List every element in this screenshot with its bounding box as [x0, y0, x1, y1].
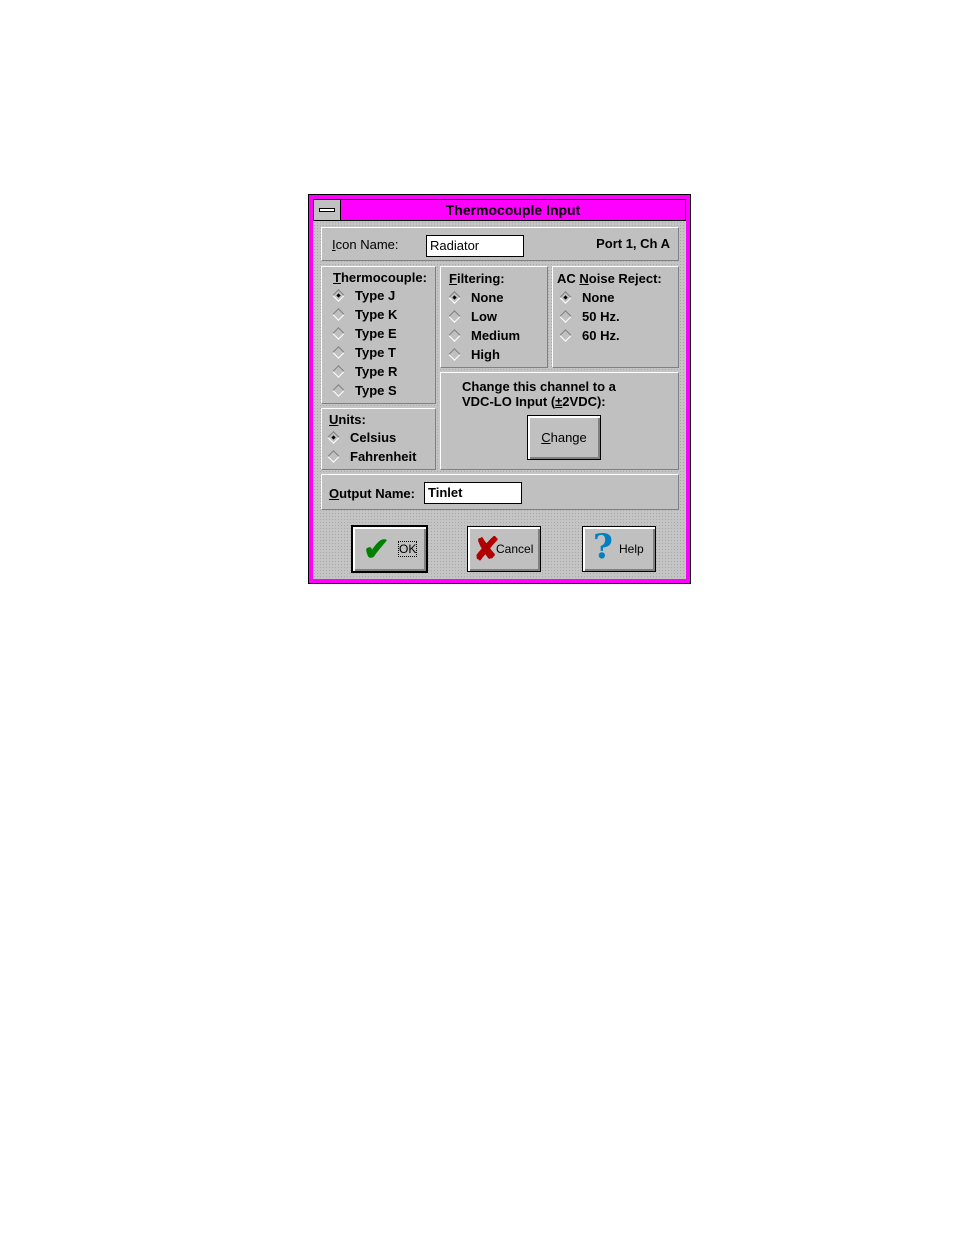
- cancel-label: Cancel: [496, 542, 534, 556]
- change-channel-text-line1: Change this channel to a: [462, 379, 616, 394]
- radio-indicator: [448, 348, 461, 361]
- thermocouple-group: Thermocouple: Type J Type K Type E Type …: [321, 266, 436, 404]
- radio-indicator: [327, 450, 340, 463]
- radio-indicator: [559, 291, 572, 304]
- radio-indicator: [332, 384, 345, 397]
- radio-label: Type J: [355, 288, 396, 303]
- thermocouple-label: Thermocouple:: [333, 270, 427, 285]
- window-title: Thermocouple Input: [445, 202, 581, 218]
- help-label: Help: [619, 542, 644, 556]
- radio-label: Type S: [355, 383, 397, 398]
- radio-label: Type T: [355, 345, 396, 360]
- radio-label: High: [471, 347, 500, 362]
- system-menu-icon[interactable]: [314, 200, 341, 220]
- output-name-input[interactable]: Tinlet: [424, 482, 522, 504]
- icon-name-label: Icon Name:: [332, 237, 399, 252]
- radio-label: Celsius: [350, 430, 397, 445]
- ac-noise-reject-group: AC Noise Reject: None 50 Hz. 60 Hz.: [552, 266, 679, 368]
- radio-label: 50 Hz.: [582, 309, 620, 324]
- radio-indicator: [332, 346, 345, 359]
- radio-indicator: [559, 329, 572, 342]
- units-group: Units: Celsius Fahrenheit: [321, 408, 436, 470]
- radio-label: Type R: [355, 364, 398, 379]
- radio-indicator: [332, 289, 345, 302]
- radio-indicator: [332, 308, 345, 321]
- ok-button[interactable]: ✔ OK: [351, 525, 428, 573]
- radio-label: Fahrenheit: [350, 449, 417, 464]
- radio-indicator: [332, 327, 345, 340]
- radio-indicator: [448, 310, 461, 323]
- radio-label: Medium: [471, 328, 521, 343]
- filtering-label: Filtering:: [449, 271, 505, 286]
- filtering-group: Filtering: None Low Medium High: [440, 266, 548, 368]
- dialog-client-area: Icon Name: Radiator Port 1, Ch A Thermoc…: [313, 221, 686, 579]
- ok-label: OK: [397, 541, 418, 557]
- radio-indicator: [559, 310, 572, 323]
- icon-name-panel: Icon Name: Radiator Port 1, Ch A: [321, 227, 679, 261]
- question-mark-icon: ?: [593, 527, 613, 567]
- thermocouple-input-dialog: Thermocouple Input Icon Name: Radiator P…: [308, 194, 691, 584]
- system-menu-bar: [319, 208, 335, 212]
- change-channel-panel: Change this channel to a VDC-LO Input (±…: [440, 372, 679, 470]
- cancel-button[interactable]: ✘ Cancel: [467, 526, 541, 572]
- icon-name-input[interactable]: Radiator: [426, 235, 524, 257]
- output-name-label: Output Name:: [329, 486, 415, 501]
- ac-noise-reject-label: AC Noise Reject:: [557, 271, 662, 286]
- output-name-panel: Output Name: Tinlet: [321, 474, 679, 510]
- port-info: Port 1, Ch A: [596, 236, 670, 251]
- radio-indicator: [448, 329, 461, 342]
- change-channel-text-line2: VDC-LO Input (±2VDC):: [462, 394, 606, 409]
- radio-label: Low: [471, 309, 497, 324]
- checkmark-icon: ✔: [363, 531, 390, 567]
- radio-label: None: [471, 290, 504, 305]
- title-bar[interactable]: Thermocouple Input: [313, 199, 686, 221]
- radio-label: None: [582, 290, 615, 305]
- help-button[interactable]: ? Help: [582, 526, 656, 572]
- radio-indicator: [332, 365, 345, 378]
- radio-label: Type K: [355, 307, 398, 322]
- change-button[interactable]: Change: [527, 415, 601, 460]
- radio-label: 60 Hz.: [582, 328, 620, 343]
- radio-indicator: [448, 291, 461, 304]
- radio-indicator: [327, 431, 340, 444]
- units-label: Units:: [329, 412, 366, 427]
- radio-label: Type E: [355, 326, 397, 341]
